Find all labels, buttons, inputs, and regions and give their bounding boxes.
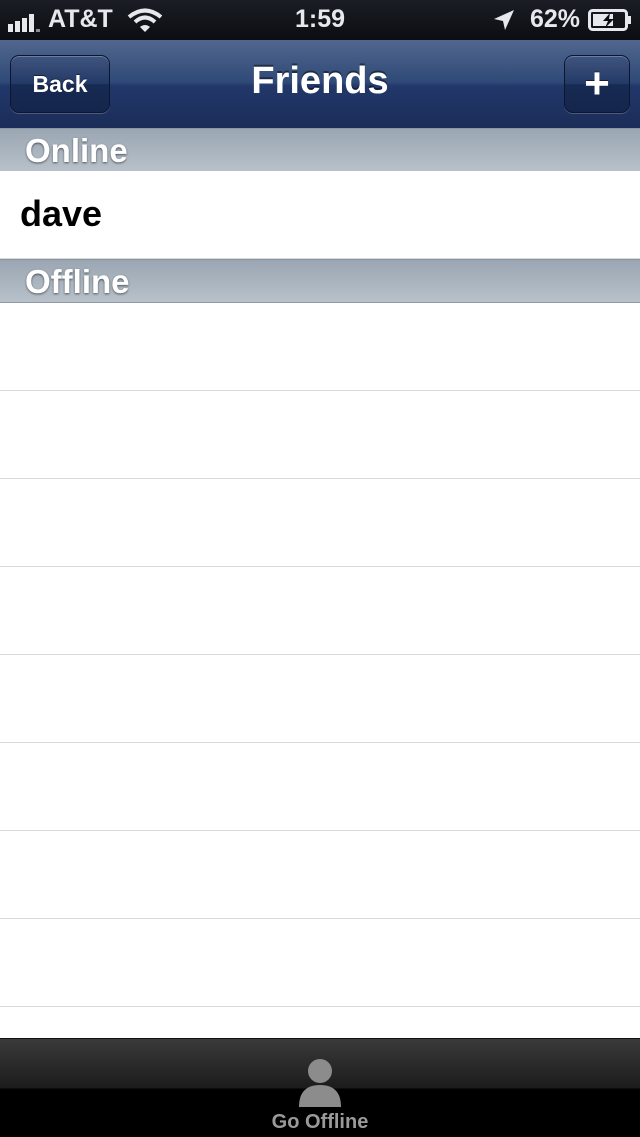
- tab-label: Go Offline: [271, 1111, 369, 1133]
- add-friend-button[interactable]: +: [564, 55, 630, 113]
- friend-row-offline[interactable]: [0, 743, 640, 831]
- tab-go-offline[interactable]: Go Offline: [240, 1039, 400, 1137]
- location-arrow-icon: [493, 9, 514, 30]
- status-bar: AT&T 1:59 62%: [0, 0, 640, 40]
- friend-row-offline[interactable]: [0, 303, 640, 391]
- battery-percent: 62%: [529, 5, 580, 33]
- friend-row-offline[interactable]: [0, 919, 640, 1007]
- friend-row-offline[interactable]: [0, 567, 640, 655]
- section-title-offline: Offline: [25, 263, 130, 300]
- friend-name: dave: [20, 193, 103, 234]
- section-title-online: Online: [25, 132, 128, 169]
- section-header-online: Online: [0, 128, 640, 172]
- friend-row-offline[interactable]: [0, 391, 640, 479]
- friend-row-offline[interactable]: [0, 655, 640, 743]
- section-header-offline: Offline: [0, 259, 640, 303]
- friend-row-online[interactable]: dave: [0, 171, 640, 259]
- friend-row-offline[interactable]: [0, 479, 640, 567]
- battery-charging-icon: [588, 8, 631, 31]
- navigation-bar: Back Friends +: [0, 40, 640, 129]
- page-title: Friends: [251, 60, 389, 102]
- person-icon: [299, 1059, 341, 1107]
- tab-bar: Go Offline: [0, 1038, 640, 1137]
- friend-row-offline[interactable]: [0, 831, 640, 919]
- status-right: 62%: [492, 5, 632, 34]
